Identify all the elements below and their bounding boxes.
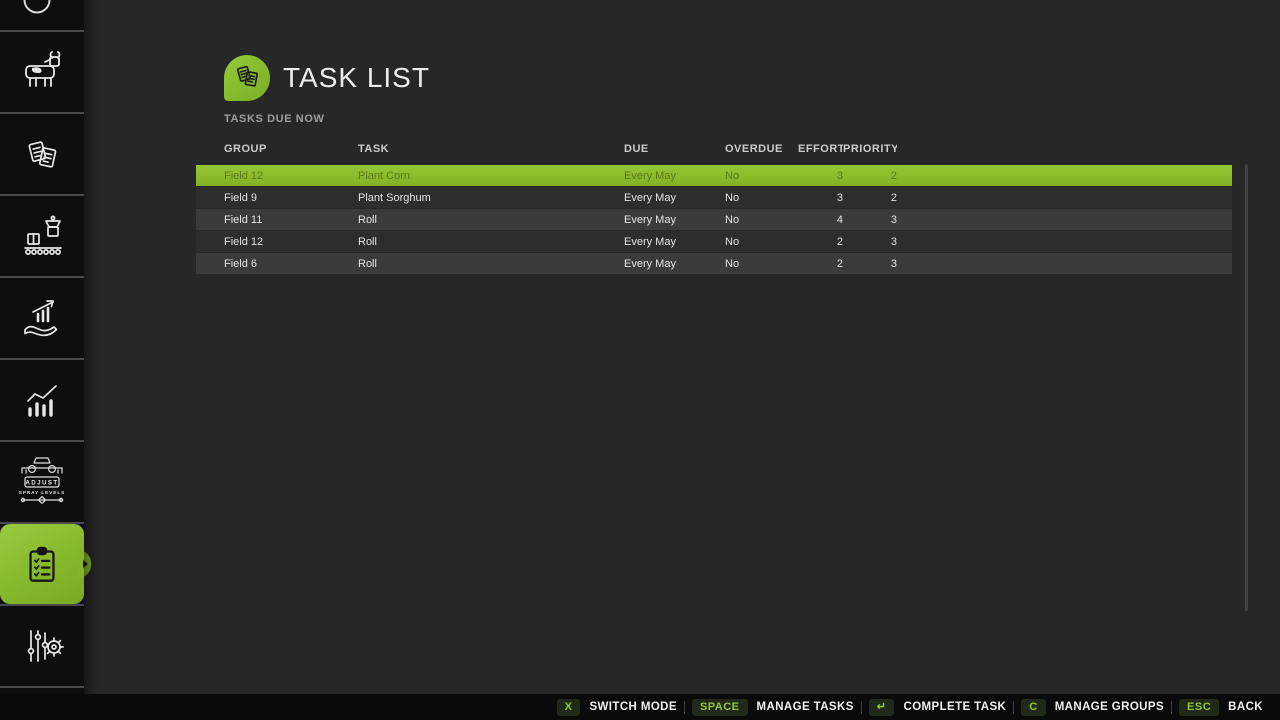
table-cell: No (725, 170, 798, 182)
documents-icon (18, 130, 66, 178)
table-cell: 3 (843, 214, 897, 226)
table-cell: 2 (843, 192, 897, 204)
sidebar-item-spray-levels[interactable]: ADJUST SPRAY LEVELS (0, 442, 84, 522)
column-header: EFFORT (798, 143, 843, 155)
hotkey-separator (1171, 701, 1172, 714)
sidebar: ADJUST SPRAY LEVELS (0, 0, 84, 694)
spray-levels-icon: ADJUST SPRAY LEVELS (15, 453, 69, 511)
hotkey-separator (861, 701, 862, 714)
sidebar-item-contracts[interactable] (0, 114, 84, 194)
production-line-icon (18, 212, 66, 260)
hotkey-label: BACK (1228, 701, 1263, 713)
table-cell: Plant Corn (358, 170, 624, 182)
table-cell: Plant Sorghum (358, 192, 624, 204)
task-list-badge (224, 55, 270, 101)
table-cell: No (725, 192, 798, 204)
bar-chart-icon (18, 376, 66, 424)
table-cell: Field 11 (224, 214, 358, 226)
task-table: GROUPTASKDUEOVERDUEEFFORTPRIORITY Field … (196, 143, 1232, 163)
hotkey-key[interactable]: ↵ (869, 699, 895, 716)
column-header: PRIORITY (843, 143, 897, 155)
table-cell: 3 (843, 258, 897, 270)
column-header: DUE (624, 143, 725, 155)
hotkey-label: SWITCH MODE (589, 701, 676, 713)
page-title: TASK LIST (283, 62, 430, 94)
table-cell: 2 (798, 258, 843, 270)
hotkey-separator (684, 701, 685, 714)
table-cell: 3 (798, 192, 843, 204)
hand-chart-icon (18, 294, 66, 342)
column-header: GROUP (224, 143, 358, 155)
sidebar-divider (0, 686, 84, 688)
table-cell: 2 (843, 170, 897, 182)
hotkey-key[interactable]: X (557, 699, 581, 716)
documents-icon (230, 59, 264, 98)
table-cell: No (725, 236, 798, 248)
sidebar-item-top[interactable] (0, 0, 84, 30)
section-label: TASKS DUE NOW (224, 113, 324, 125)
hotkey-complete-task[interactable]: ↵ COMPLETE TASK (869, 699, 1006, 716)
table-cell: Every May (624, 236, 725, 248)
sidebar-item-settings[interactable] (0, 606, 84, 686)
hotkey-key[interactable]: C (1021, 699, 1045, 716)
table-row[interactable]: Field 12Plant CornEvery MayNo32 (196, 165, 1232, 186)
hotkey-label: MANAGE GROUPS (1055, 701, 1164, 713)
sidebar-item-animals[interactable] (0, 32, 84, 112)
sidebar-item-production[interactable] (0, 196, 84, 276)
table-cell: Roll (358, 236, 624, 248)
table-cell: Field 12 (224, 170, 358, 182)
circle-icon (0, 0, 84, 30)
column-header: OVERDUE (725, 143, 798, 155)
table-cell: 2 (798, 236, 843, 248)
sliders-gear-icon (18, 622, 66, 670)
hotkey-label: MANAGE TASKS (757, 701, 854, 713)
hotkey-label: COMPLETE TASK (903, 701, 1006, 713)
sidebar-item-statistics[interactable] (0, 360, 84, 440)
spray-text-line2: SPRAY LEVELS (19, 490, 65, 495)
table-cell: 3 (843, 236, 897, 248)
table-cell: Every May (624, 170, 725, 182)
table-cell: Roll (358, 214, 624, 226)
table-cell: 3 (798, 170, 843, 182)
hotkey-key[interactable]: SPACE (692, 699, 748, 716)
sidebar-shadow (84, 0, 98, 694)
table-cell: 4 (798, 214, 843, 226)
table-cell: Every May (624, 258, 725, 270)
sidebar-item-finances[interactable] (0, 278, 84, 358)
table-cell: Every May (624, 192, 725, 204)
table-scrollbar[interactable] (1245, 164, 1248, 611)
spray-text-line1: ADJUST (25, 480, 58, 487)
hotkey-manage-groups[interactable]: C MANAGE GROUPS (1021, 699, 1164, 716)
table-cell: Field 12 (224, 236, 358, 248)
table-row[interactable]: Field 11RollEvery MayNo43 (196, 209, 1232, 230)
table-cell: Every May (624, 214, 725, 226)
sidebar-item-task-list[interactable] (0, 524, 84, 604)
table-cell: Field 6 (224, 258, 358, 270)
cow-icon (18, 48, 66, 96)
table-row[interactable]: Field 12RollEvery MayNo23 (196, 231, 1232, 252)
hotkey-switch-mode[interactable]: X SWITCH MODE (557, 699, 677, 716)
column-header: TASK (358, 143, 624, 155)
hotkey-key[interactable]: ESC (1179, 699, 1219, 716)
table-cell: No (725, 214, 798, 226)
hotkey-manage-tasks[interactable]: SPACE MANAGE TASKS (692, 699, 854, 716)
hotkey-back[interactable]: ESC BACK (1179, 699, 1263, 716)
table-row[interactable]: Field 6RollEvery MayNo23 (196, 253, 1232, 274)
table-cell: No (725, 258, 798, 270)
hotkey-bar: X SWITCH MODE SPACE MANAGE TASKS ↵ COMPLETE T… (0, 694, 1280, 720)
task-table-header: GROUPTASKDUEOVERDUEEFFORTPRIORITY (196, 143, 1232, 163)
clipboard-checklist-icon (17, 539, 67, 589)
task-rows: Field 12Plant CornEvery MayNo32Field 9Pl… (196, 165, 1232, 275)
selected-pointer (78, 550, 91, 578)
table-row[interactable]: Field 9Plant SorghumEvery MayNo32 (196, 187, 1232, 208)
hotkey-separator (1013, 701, 1014, 714)
table-cell: Field 9 (224, 192, 358, 204)
table-cell: Roll (358, 258, 624, 270)
